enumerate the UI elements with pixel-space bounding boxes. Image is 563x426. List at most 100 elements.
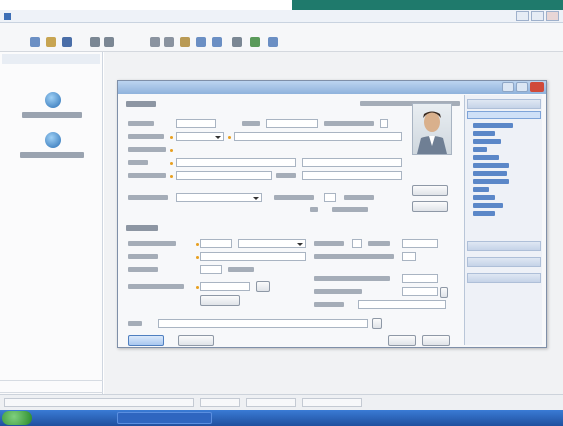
required-marker — [196, 286, 199, 289]
text-field[interactable] — [176, 158, 296, 167]
required-marker — [170, 149, 173, 152]
find-icon[interactable] — [196, 37, 206, 47]
dialog-titlebar — [118, 81, 546, 94]
copy-icon[interactable] — [164, 37, 174, 47]
field-label — [314, 276, 390, 281]
text-field[interactable] — [302, 158, 402, 167]
taskbar-window-button[interactable] — [117, 412, 212, 424]
text-field[interactable] — [402, 239, 438, 248]
text-field[interactable] — [200, 265, 222, 274]
task-panel — [464, 95, 542, 345]
task-link[interactable] — [473, 139, 501, 144]
start-button[interactable] — [2, 411, 32, 425]
print-icon[interactable] — [90, 37, 100, 47]
text-field[interactable] — [200, 282, 250, 291]
text-field[interactable] — [302, 171, 402, 180]
photo-button[interactable] — [412, 201, 448, 212]
close-button[interactable] — [546, 11, 559, 21]
task-link[interactable] — [473, 155, 499, 160]
task-link[interactable] — [473, 187, 489, 192]
paste-icon[interactable] — [180, 37, 190, 47]
status-cell — [246, 398, 296, 407]
app-icon — [4, 13, 11, 20]
task-link[interactable] — [473, 179, 509, 184]
text-field[interactable] — [176, 171, 272, 180]
text-field[interactable] — [352, 239, 362, 248]
preview-icon[interactable] — [104, 37, 114, 47]
task-link[interactable] — [473, 163, 509, 168]
text-field[interactable] — [380, 119, 388, 128]
text-field[interactable] — [234, 132, 402, 141]
employee-dialog — [117, 80, 547, 348]
text-field[interactable] — [200, 252, 306, 261]
field-label — [314, 254, 394, 259]
employee-photo[interactable] — [412, 103, 452, 155]
nav-item-label[interactable] — [20, 152, 84, 158]
dialog-close-button[interactable] — [530, 82, 544, 92]
minimize-button[interactable] — [516, 11, 529, 21]
task-group-header[interactable] — [467, 257, 541, 267]
field-label — [274, 195, 314, 200]
open-icon[interactable] — [46, 37, 56, 47]
task-link[interactable] — [473, 147, 487, 152]
field-label — [314, 289, 362, 294]
field-label — [344, 195, 374, 200]
refresh-icon[interactable] — [250, 37, 260, 47]
maximize-button[interactable] — [531, 11, 544, 21]
text-field[interactable] — [176, 119, 216, 128]
text-field[interactable] — [324, 193, 336, 202]
select-field[interactable] — [238, 239, 306, 248]
lookup-button[interactable] — [256, 281, 270, 292]
task-link[interactable] — [473, 123, 513, 128]
nav-footer-item[interactable] — [0, 380, 103, 392]
task-group-header[interactable] — [467, 273, 541, 283]
dialog-maximize-button[interactable] — [516, 82, 528, 92]
field-label — [128, 284, 184, 289]
task-link-selected[interactable] — [467, 111, 541, 119]
required-marker — [170, 162, 173, 165]
action-button[interactable] — [200, 295, 240, 306]
field-label — [128, 241, 176, 246]
text-field[interactable] — [266, 119, 318, 128]
filter-icon[interactable] — [212, 37, 222, 47]
help-icon[interactable] — [268, 37, 278, 47]
select-field[interactable] — [176, 193, 262, 202]
user-group-icon[interactable] — [45, 132, 61, 148]
cut-icon[interactable] — [150, 37, 160, 47]
task-link[interactable] — [473, 203, 503, 208]
browse-button[interactable] — [372, 318, 382, 329]
field-label — [128, 134, 164, 139]
nav-item-label[interactable] — [22, 112, 82, 118]
field-label — [128, 147, 166, 152]
path-field[interactable] — [158, 319, 368, 328]
text-field[interactable] — [402, 274, 438, 283]
task-group-header[interactable] — [467, 241, 541, 251]
field-label — [128, 254, 158, 259]
date-field[interactable] — [200, 239, 232, 248]
save-icon[interactable] — [62, 37, 72, 47]
photo-image — [417, 111, 447, 154]
task-group-header[interactable] — [467, 99, 541, 109]
field-label — [324, 121, 374, 126]
text-field[interactable] — [358, 300, 446, 309]
new-icon[interactable] — [30, 37, 40, 47]
task-link[interactable] — [473, 195, 495, 200]
field-label — [242, 121, 260, 126]
select-field[interactable] — [176, 132, 224, 141]
text-field[interactable] — [402, 287, 438, 296]
settings-icon[interactable] — [232, 37, 242, 47]
task-link[interactable] — [473, 211, 495, 216]
cancel-button[interactable] — [178, 335, 214, 346]
task-link[interactable] — [473, 171, 507, 176]
previous-button[interactable] — [388, 335, 416, 346]
dialog-minimize-button[interactable] — [502, 82, 514, 92]
task-link[interactable] — [473, 131, 495, 136]
spin-button[interactable] — [440, 287, 448, 298]
user-icon[interactable] — [45, 92, 61, 108]
ok-button[interactable] — [128, 335, 164, 346]
field-label — [128, 267, 158, 272]
text-field[interactable] — [402, 252, 416, 261]
next-button[interactable] — [422, 335, 450, 346]
required-marker — [228, 136, 231, 139]
photo-button[interactable] — [412, 185, 448, 196]
